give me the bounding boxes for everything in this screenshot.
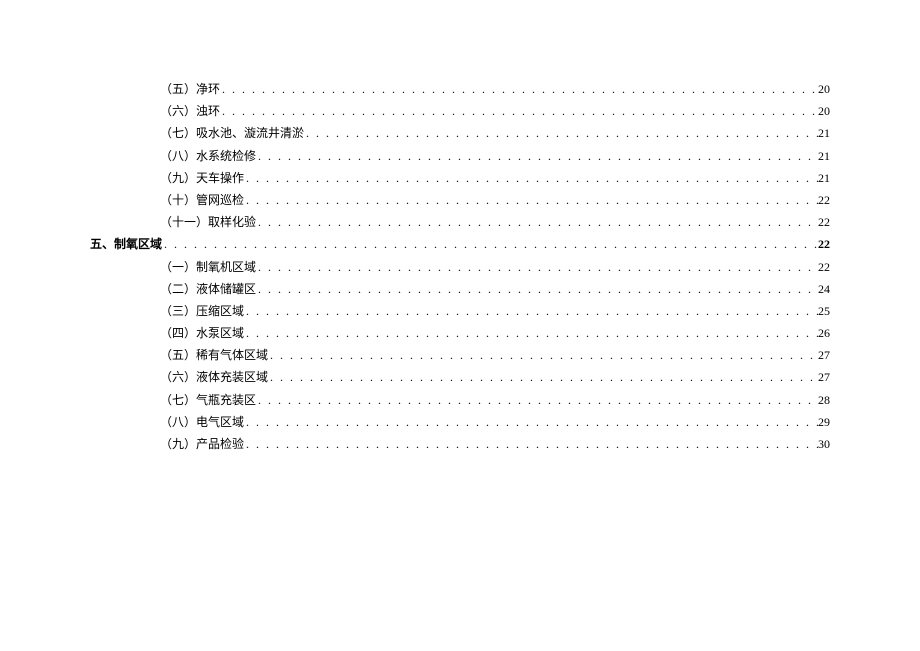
toc-entry: （五）稀有气体区域 27: [90, 346, 830, 365]
toc-entry-label: （八）电气区域: [160, 413, 244, 432]
table-of-contents: （五）净环20（六）浊环20（七）吸水池、漩流井清淤21（八）水系统检修21（九…: [90, 80, 830, 454]
toc-entry-label: （五）稀有气体区域: [160, 346, 268, 365]
toc-leader-dots: [256, 258, 818, 277]
toc-entry-label: （八）水系统检修: [160, 147, 256, 166]
toc-entry: （六）液体充装区域 27: [90, 368, 830, 387]
toc-entry-page: 27: [818, 368, 830, 387]
toc-entry-page: 22: [818, 191, 830, 210]
toc-entry: （九）产品检验 30: [90, 435, 830, 454]
toc-entry-page: 28: [818, 391, 830, 410]
toc-entry-label: （十）管网巡检: [160, 191, 244, 210]
toc-entry-page: 20: [818, 80, 830, 99]
toc-entry: （五）净环 20: [90, 80, 830, 99]
toc-entry-label: （一）制氧机区域: [160, 258, 256, 277]
toc-entry: （九）天车操作 21: [90, 169, 830, 188]
toc-entry-page: 21: [818, 124, 830, 143]
toc-entry: （六）浊环 20: [90, 102, 830, 121]
toc-leader-dots: [220, 102, 818, 121]
toc-entry-label: （六）液体充装区域: [160, 368, 268, 387]
toc-entry: （七）吸水池、漩流井清淤 21: [90, 124, 830, 143]
toc-leader-dots: [244, 435, 818, 454]
toc-entry-page: 24: [818, 280, 830, 299]
toc-leader-dots: [244, 169, 818, 188]
toc-entry-label: （九）产品检验: [160, 435, 244, 454]
toc-leader-dots: [244, 191, 818, 210]
toc-entry: （四）水泵区域 26: [90, 324, 830, 343]
toc-entry: （七）气瓶充装区 28: [90, 391, 830, 410]
toc-entry-page: 20: [818, 102, 830, 121]
toc-leader-dots: [256, 280, 818, 299]
toc-entry: （十）管网巡检 22: [90, 191, 830, 210]
toc-leader-dots: [244, 302, 818, 321]
toc-entry-label: 五、制氧区域: [90, 235, 162, 254]
toc-entry-page: 25: [818, 302, 830, 321]
toc-entry: （八）水系统检修 21: [90, 147, 830, 166]
toc-leader-dots: [256, 213, 818, 232]
toc-entry-label: （六）浊环: [160, 102, 220, 121]
toc-leader-dots: [244, 413, 818, 432]
toc-entry-page: 27: [818, 346, 830, 365]
toc-leader-dots: [256, 391, 818, 410]
toc-entry: （八）电气区域 29: [90, 413, 830, 432]
toc-leader-dots: [244, 324, 818, 343]
toc-entry: 五、制氧区域 22: [90, 235, 830, 254]
toc-entry-label: （四）水泵区域: [160, 324, 244, 343]
toc-entry: （一）制氧机区域 22: [90, 258, 830, 277]
toc-entry-label: （七）吸水池、漩流井清淤: [160, 124, 304, 143]
toc-entry-page: 26: [818, 324, 830, 343]
toc-entry-page: 21: [818, 169, 830, 188]
toc-entry-label: （七）气瓶充装区: [160, 391, 256, 410]
toc-entry-page: 29: [818, 413, 830, 432]
toc-entry-page: 22: [818, 213, 830, 232]
toc-leader-dots: [268, 346, 818, 365]
toc-entry-label: （五）净环: [160, 80, 220, 99]
toc-leader-dots: [220, 80, 818, 99]
toc-leader-dots: [162, 235, 818, 254]
toc-entry-label: （三）压缩区域: [160, 302, 244, 321]
toc-leader-dots: [304, 124, 818, 143]
toc-entry-page: 30: [818, 435, 830, 454]
toc-entry-label: （二）液体储罐区: [160, 280, 256, 299]
toc-entry-page: 21: [818, 147, 830, 166]
toc-leader-dots: [268, 368, 818, 387]
toc-leader-dots: [256, 147, 818, 166]
toc-entry-page: 22: [818, 258, 830, 277]
toc-entry: （十一）取样化验 22: [90, 213, 830, 232]
toc-entry: （三）压缩区域 25: [90, 302, 830, 321]
toc-entry: （二）液体储罐区 24: [90, 280, 830, 299]
toc-entry-page: 22: [818, 235, 830, 254]
toc-entry-label: （九）天车操作: [160, 169, 244, 188]
toc-entry-label: （十一）取样化验: [160, 213, 256, 232]
